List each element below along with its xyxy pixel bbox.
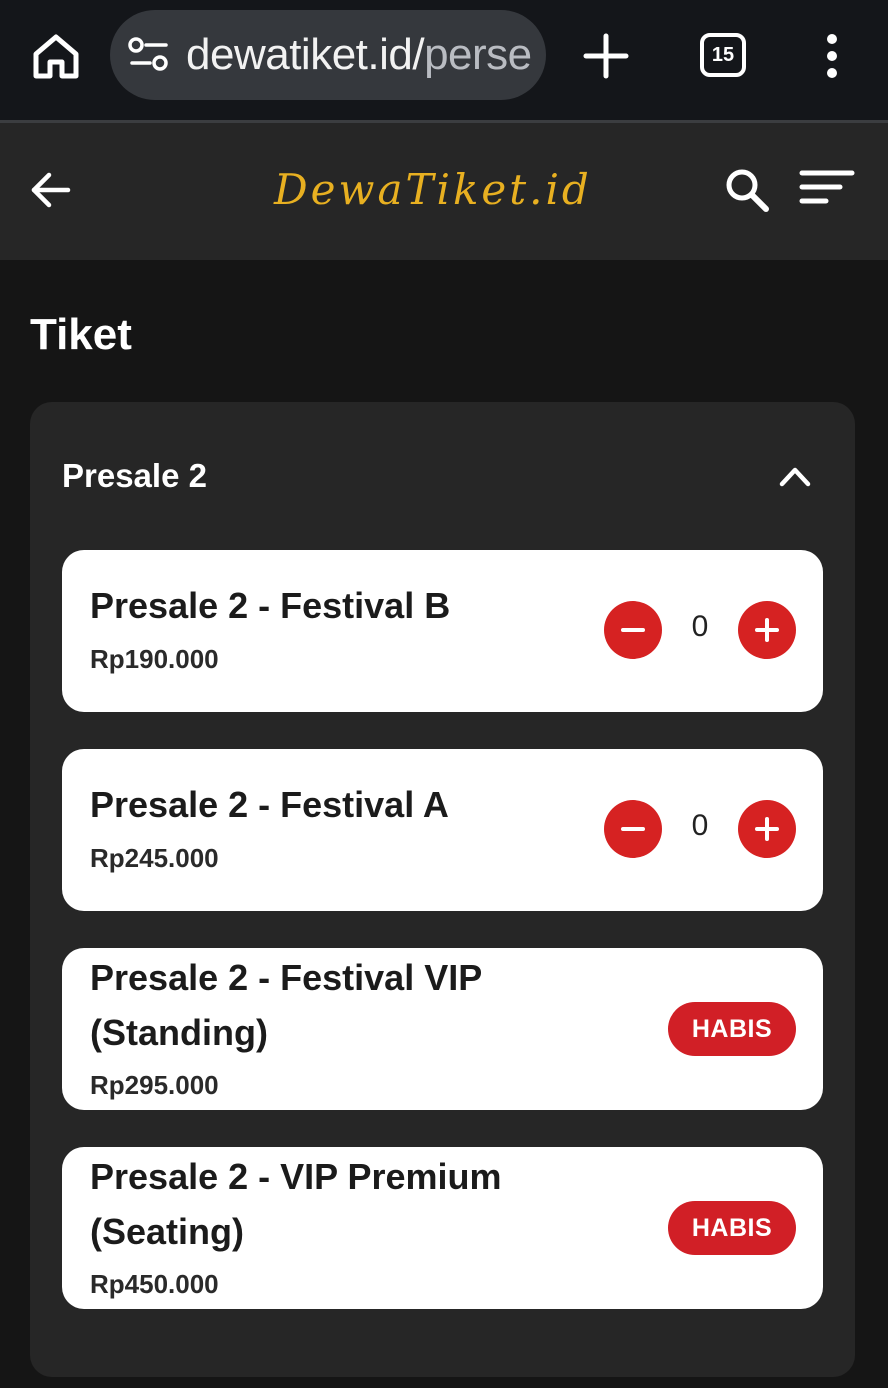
ticket-card: Presale 2 - VIP Premium (Seating) Rp450.… xyxy=(62,1147,823,1309)
increase-quantity-button[interactable] xyxy=(738,800,796,858)
ticket-card: Presale 2 - Festival VIP (Standing) Rp29… xyxy=(62,948,823,1110)
ticket-name: Presale 2 - Festival VIP (Standing) xyxy=(90,957,482,1053)
ticket-name: Presale 2 - VIP Premium (Seating) xyxy=(90,1156,502,1252)
chevron-up-icon[interactable] xyxy=(778,462,812,490)
quantity-value: 0 xyxy=(691,610,709,643)
sold-out-badge: HABIS xyxy=(668,1201,796,1255)
decrease-quantity-button[interactable] xyxy=(604,601,662,659)
decrease-quantity-button[interactable] xyxy=(604,800,662,858)
address-bar[interactable]: dewatiket.id/perse xyxy=(110,10,546,100)
search-icon[interactable] xyxy=(722,165,772,215)
tab-switcher-button[interactable]: 15 xyxy=(700,33,746,77)
increase-quantity-button[interactable] xyxy=(738,601,796,659)
minus-icon xyxy=(621,827,645,831)
plus-icon xyxy=(755,817,779,841)
url-path: perse xyxy=(424,30,532,79)
minus-icon xyxy=(621,628,645,632)
more-options-icon[interactable] xyxy=(812,32,852,82)
tab-count: 15 xyxy=(711,43,735,66)
ticket-group-card: Presale 2 Presale 2 - Festival B Rp190.0… xyxy=(30,402,855,1377)
ticket-card: Presale 2 - Festival A Rp245.000 0 xyxy=(62,749,823,911)
ticket-price: Rp245.000 xyxy=(90,843,219,873)
url-domain: dewatiket.id/ xyxy=(186,30,425,79)
home-icon[interactable] xyxy=(28,28,84,84)
ticket-name: Presale 2 - Festival B xyxy=(90,585,451,626)
menu-icon[interactable] xyxy=(798,167,856,211)
browser-toolbar: dewatiket.id/perse 15 xyxy=(0,0,888,120)
ticket-card: Presale 2 - Festival B Rp190.000 0 xyxy=(62,550,823,712)
url-text: dewatiket.id/perse xyxy=(186,30,532,80)
site-settings-icon[interactable] xyxy=(128,37,170,73)
page-title: Tiket xyxy=(30,310,132,359)
ticket-price: Rp190.000 xyxy=(90,644,219,674)
ticket-price: Rp295.000 xyxy=(90,1070,219,1100)
group-title[interactable]: Presale 2 xyxy=(62,457,207,495)
sold-out-badge: HABIS xyxy=(668,1002,796,1056)
plus-icon xyxy=(755,618,779,642)
site-logo[interactable]: DewaTiket.id xyxy=(274,165,592,214)
quantity-value: 0 xyxy=(691,809,709,842)
ticket-price: Rp450.000 xyxy=(90,1269,219,1299)
new-tab-icon[interactable] xyxy=(580,30,632,82)
ticket-name: Presale 2 - Festival A xyxy=(90,784,449,825)
app-header: DewaTiket.id xyxy=(0,123,888,260)
back-arrow-icon[interactable] xyxy=(28,167,74,213)
